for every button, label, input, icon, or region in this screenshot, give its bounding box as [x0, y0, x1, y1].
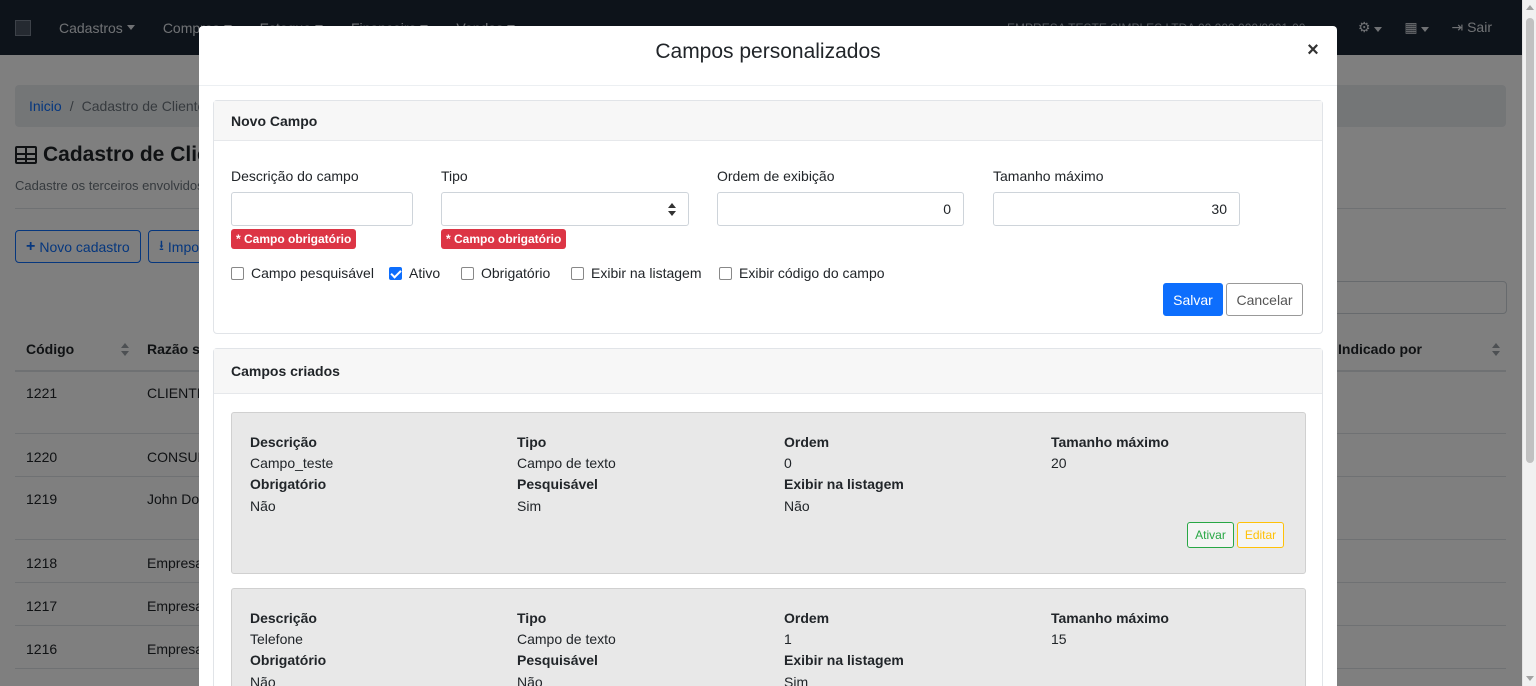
- created-field-item: Descrição Campo_teste Tipo Campo de text…: [231, 412, 1306, 574]
- field-order-label: Ordem: [784, 610, 830, 626]
- checkbox-icon[interactable]: [719, 266, 732, 280]
- description-label: Descrição do campo: [231, 168, 359, 184]
- description-input[interactable]: [231, 192, 413, 226]
- checkbox-active[interactable]: Ativo: [389, 265, 440, 281]
- new-field-header: Novo Campo: [214, 101, 1322, 141]
- field-order-value: 1: [784, 631, 792, 647]
- save-button[interactable]: Salvar: [1163, 283, 1223, 316]
- field-required-label: Obrigatório: [250, 476, 327, 492]
- field-type-value: Campo de texto: [517, 455, 616, 471]
- field-listing-label: Exibir na listagem: [784, 476, 904, 492]
- checkbox-searchable[interactable]: Campo pesquisável: [231, 265, 374, 281]
- field-required-label: Obrigatório: [250, 652, 327, 668]
- field-order-label: Ordem: [784, 434, 830, 450]
- maxlen-label: Tamanho máximo: [993, 168, 1104, 184]
- checkbox-checked-icon[interactable]: [389, 266, 402, 280]
- field-maxlen-value: 20: [1051, 455, 1067, 471]
- checkbox-icon[interactable]: [231, 266, 244, 280]
- checkbox-label: Ativo: [409, 265, 441, 281]
- checkbox-required[interactable]: Obrigatório: [461, 265, 550, 281]
- field-searchable-value: Sim: [517, 498, 542, 514]
- cancel-button[interactable]: Cancelar: [1226, 283, 1303, 316]
- field-type-label: Tipo: [517, 434, 547, 450]
- field-listing-value: Sim: [784, 674, 809, 686]
- field-order-value: 0: [784, 455, 792, 471]
- type-required-badge: * Campo obrigatório: [441, 229, 567, 249]
- field-type-value: Campo de texto: [517, 631, 616, 647]
- field-searchable-value: Não: [517, 674, 543, 686]
- type-label: Tipo: [441, 168, 468, 184]
- custom-fields-modal: Campos personalizados × Novo Campo Descr…: [199, 26, 1337, 686]
- field-maxlen-label: Tamanho máximo: [1051, 434, 1169, 450]
- activate-button[interactable]: Ativar: [1187, 522, 1234, 548]
- checkbox-label: Exibir código do campo: [739, 265, 885, 281]
- field-desc-value: Telefone: [250, 631, 303, 647]
- scroll-thumb[interactable]: [1526, 18, 1534, 463]
- close-icon[interactable]: ×: [1301, 38, 1325, 62]
- scroll-up-icon[interactable]: [1526, 5, 1534, 10]
- edit-button[interactable]: Editar: [1237, 522, 1284, 548]
- created-fields-card: Campos criados Descrição Campo_teste Tip…: [213, 348, 1323, 686]
- field-desc-value: Campo_teste: [250, 455, 334, 471]
- checkbox-show-listing[interactable]: Exibir na listagem: [571, 265, 702, 281]
- description-required-badge: * Campo obrigatório: [231, 229, 357, 249]
- field-desc-label: Descrição: [250, 434, 317, 450]
- field-maxlen-value: 15: [1051, 631, 1067, 647]
- field-listing-label: Exibir na listagem: [784, 652, 904, 668]
- checkbox-label: Exibir na listagem: [591, 265, 702, 281]
- field-desc-label: Descrição: [250, 610, 317, 626]
- page-scrollbar[interactable]: [1522, 0, 1536, 686]
- checkbox-icon[interactable]: [571, 266, 584, 280]
- field-required-value: Não: [250, 498, 276, 514]
- field-searchable-label: Pesquisável: [517, 476, 598, 492]
- modal-title: Campos personalizados: [655, 40, 881, 63]
- new-field-card: Novo Campo Descrição do campo * Campo ob…: [213, 100, 1323, 334]
- checkbox-label: Obrigatório: [481, 265, 551, 281]
- scroll-down-icon[interactable]: [1526, 676, 1534, 681]
- checkbox-label: Campo pesquisável: [251, 265, 374, 281]
- field-maxlen-label: Tamanho máximo: [1051, 610, 1169, 626]
- type-select[interactable]: [441, 192, 689, 226]
- field-type-label: Tipo: [517, 610, 547, 626]
- select-arrows-icon: [668, 203, 676, 217]
- created-field-item: Descrição Telefone Tipo Campo de texto O…: [231, 588, 1306, 686]
- order-label: Ordem de exibição: [717, 168, 835, 184]
- field-listing-value: Não: [784, 498, 810, 514]
- created-fields-header: Campos criados: [214, 349, 1322, 394]
- checkbox-show-code[interactable]: Exibir código do campo: [719, 265, 885, 281]
- maxlen-input[interactable]: [993, 192, 1240, 226]
- order-input[interactable]: [717, 192, 964, 226]
- field-required-value: Não: [250, 674, 276, 686]
- modal-header: Campos personalizados ×: [199, 26, 1337, 86]
- checkbox-icon[interactable]: [461, 266, 474, 280]
- field-searchable-label: Pesquisável: [517, 652, 598, 668]
